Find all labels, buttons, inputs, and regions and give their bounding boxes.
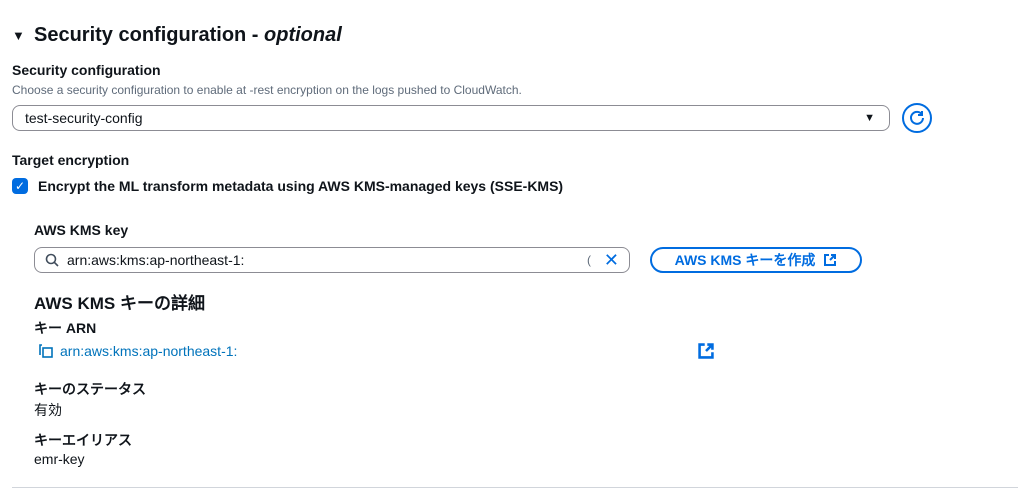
clear-icon[interactable]: ✕ [604, 250, 619, 271]
caret-down-icon: ▼ [12, 28, 25, 43]
kms-key-search-input[interactable]: arn:aws:kms:ap-northeast-1: ( ✕ [34, 247, 630, 273]
security-config-description: Choose a security configuration to enabl… [12, 83, 522, 97]
refresh-button[interactable] [902, 103, 932, 133]
security-config-selected-value: test-security-config [25, 110, 143, 126]
key-status-value: 有効 [34, 402, 62, 418]
key-arn-link[interactable]: arn:aws:kms:ap-northeast-1: [60, 343, 237, 359]
external-link-icon [824, 254, 837, 266]
refresh-icon [910, 110, 924, 125]
create-kms-key-button-label: AWS KMS キーを作成 [674, 252, 816, 268]
checkmark-icon: ✓ [14, 179, 26, 193]
section-title: Security configuration - optional [34, 24, 342, 46]
key-status-label: キーのステータス [34, 381, 146, 397]
copy-icon[interactable] [38, 343, 54, 359]
section-divider [12, 487, 1018, 488]
key-alias-label: キーエイリアス [34, 432, 132, 448]
security-config-select[interactable]: test-security-config ▼ [12, 105, 890, 131]
kms-details-title: AWS KMS キーの詳細 [34, 294, 205, 313]
truncation-mark: ( [587, 253, 591, 267]
kms-key-label: AWS KMS key [34, 222, 129, 238]
section-header[interactable]: ▼ Security configuration - optional [12, 24, 342, 47]
encrypt-checkbox-label[interactable]: Encrypt the ML transform metadata using … [38, 178, 563, 194]
key-arn-label: キー ARN [34, 320, 97, 336]
dropdown-arrow-icon: ▼ [864, 112, 875, 124]
create-kms-key-button[interactable]: AWS KMS キーを作成 [650, 247, 862, 273]
security-config-label: Security configuration [12, 62, 161, 78]
encrypt-checkbox[interactable]: ✓ [12, 178, 28, 194]
target-encryption-label: Target encryption [12, 152, 130, 168]
search-icon [45, 253, 59, 267]
key-alias-value: emr-key [34, 451, 85, 467]
external-link-icon[interactable] [697, 342, 715, 360]
kms-key-input-value: arn:aws:kms:ap-northeast-1: [67, 252, 245, 268]
